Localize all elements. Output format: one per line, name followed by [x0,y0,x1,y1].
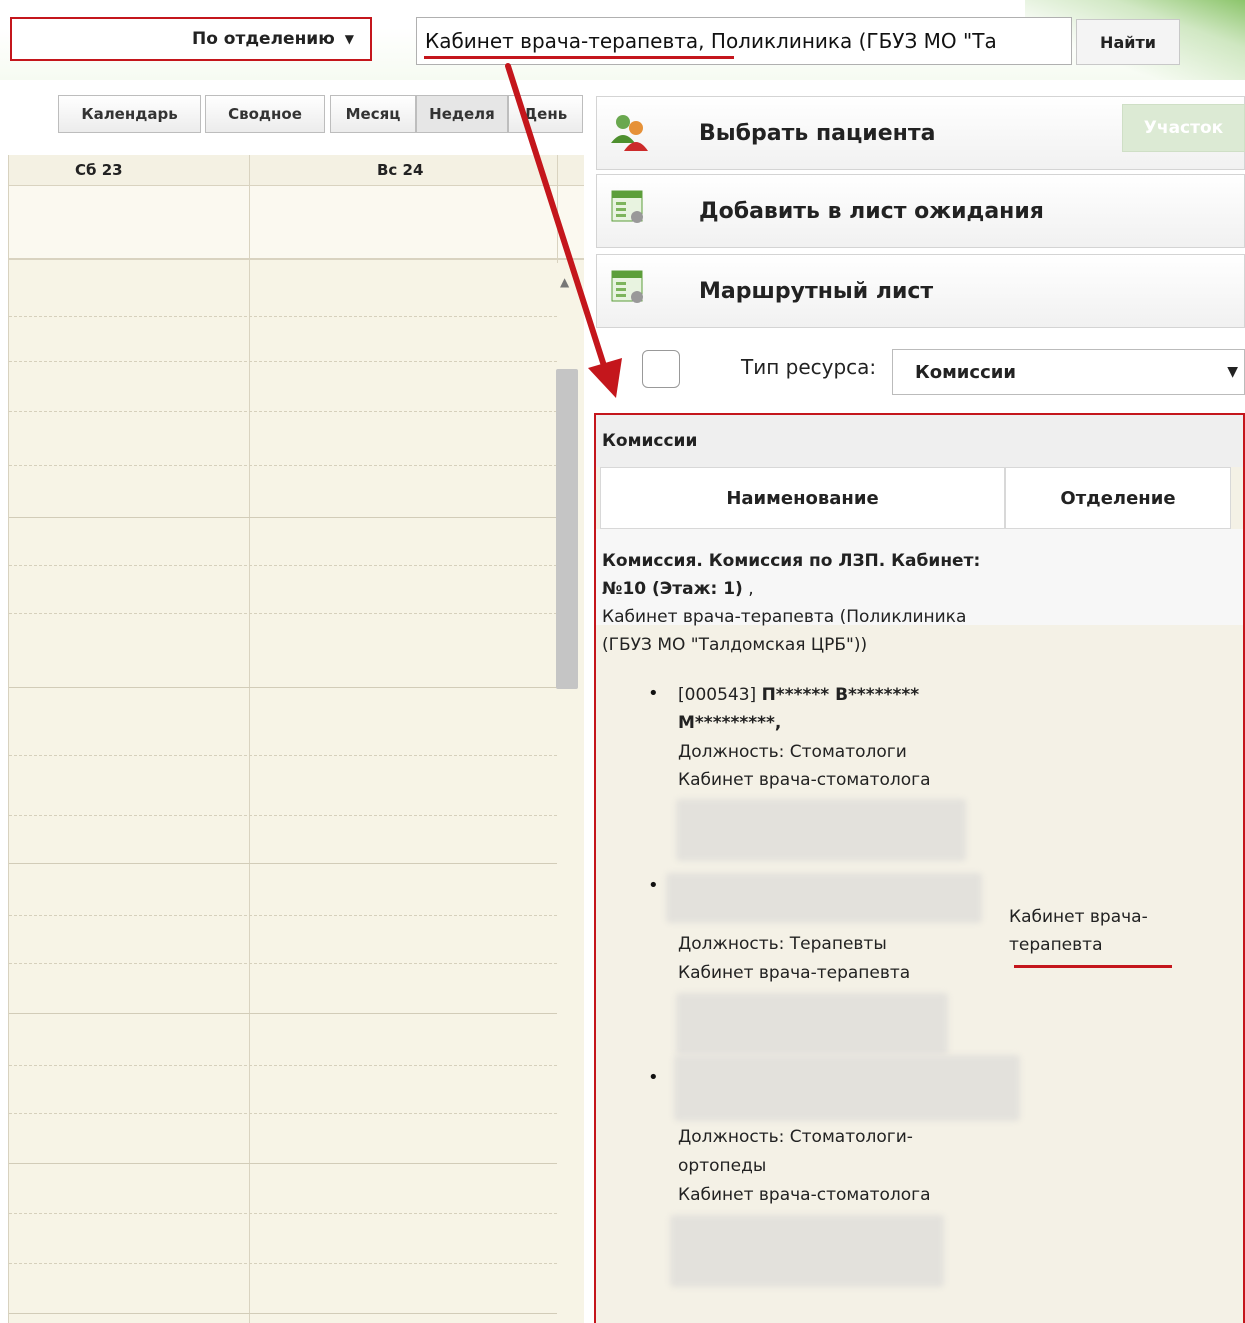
route-sheet-label: Маршрутный лист [699,278,934,304]
member-1-code: [000543] [678,685,757,705]
time-slot-line [9,1263,557,1264]
resource-type-select[interactable]: Комиссии ▼ [892,349,1245,395]
time-slot-line [9,1163,557,1164]
day-header-sat: Сб 23 [75,161,123,179]
resource-type-label: Тип ресурса: [741,355,877,379]
time-slot-line [9,361,557,362]
column-header-department[interactable]: Отделение [1005,467,1231,529]
member-1-cabinet: Кабинет врача-стоматолога [678,770,931,790]
calendar-header: Сб 23 Вс 24 [9,155,584,186]
commission-title-line2: №10 (Этаж: 1) , [602,575,754,603]
view-day-button[interactable]: День [508,95,583,133]
blurred-member-name [674,1055,1020,1121]
list-bullet: • [648,683,659,704]
member-1-name-cont: М*********, [678,713,782,733]
highlight-underline [1014,965,1172,968]
resource-type-value: Комиссии [915,361,1016,383]
blurred-member-name [666,873,982,923]
patients-icon [611,115,648,151]
department-select-label: По отделению [191,29,335,49]
time-slot-line [9,411,557,412]
time-slot-line [9,863,557,864]
calendar-scrollbar[interactable] [556,369,578,689]
member-1-position: Должность: Стоматологи [678,742,907,762]
panel-title: Комиссии [596,415,1243,467]
day-header-sun: Вс 24 [377,161,424,179]
week-calendar-grid[interactable]: Сб 23 Вс 24 [8,155,584,1323]
member-2-cabinet: Кабинет врача-терапевта [678,963,911,983]
time-slot-line [9,1113,557,1114]
blurred-schedule [670,1215,944,1287]
select-patient-label: Выбрать пациента [699,120,936,146]
commission-separator: , [742,579,754,599]
column-header-name[interactable]: Наименование [600,467,1005,529]
scroll-up-icon[interactable]: ▲ [560,275,569,289]
find-button[interactable]: Найти [1076,19,1180,65]
time-slot-line [9,465,557,466]
member-2-department-line2: терапевта [1009,935,1103,955]
time-slot-line [9,1313,557,1314]
waiting-list-icon [611,190,643,223]
commissions-panel: Комиссии Наименование Отделение Комиссия… [594,413,1245,1323]
view-calendar-button[interactable]: Календарь [58,95,201,133]
uchastok-button[interactable]: Участок [1122,104,1245,152]
commission-place-line2: (ГБУЗ МО "Талдомская ЦРБ")) [602,635,868,655]
member-2-department-line1: Кабинет врача- [1009,907,1148,927]
commission-title-line1: Комиссия. Комиссия по ЛЗП. Кабинет: [602,551,981,571]
member-3-position-line2: ортопеды [678,1156,767,1176]
highlight-underline [424,56,734,59]
commission-place-line1: Кабинет врача-терапевта (Поликлиника [602,607,967,627]
add-waiting-list-button[interactable]: Добавить в лист ожидания [596,174,1245,248]
chevron-down-icon: ▼ [1227,364,1238,380]
view-month-button[interactable]: Месяц [330,95,416,133]
blurred-schedule [676,993,948,1055]
member-1-name: П****** В******** [761,685,920,705]
time-slot-line [9,517,557,518]
commission-cabinet-number: №10 (Этаж: 1) [602,579,743,599]
department-select[interactable]: По отделению ▼ [10,17,372,61]
time-slot-line [9,963,557,964]
time-slot-line [9,1213,557,1214]
list-bullet: • [648,875,659,896]
time-slot-line [9,755,557,756]
day-divider [557,155,558,263]
all-day-row[interactable] [9,186,584,260]
add-waiting-list-label: Добавить в лист ожидания [699,198,1044,224]
time-slot-line [9,565,557,566]
time-slot-line [9,613,557,614]
time-slot-line [9,1013,557,1014]
route-sheet-icon [611,270,643,303]
member-3-cabinet: Кабинет врача-стоматолога [678,1185,931,1205]
view-summary-button[interactable]: Сводное [205,95,325,133]
list-bullet: • [648,1067,659,1088]
time-slot-line [9,316,557,317]
member-2-position: Должность: Терапевты [678,934,887,954]
chevron-down-icon: ▼ [344,32,354,46]
time-slot-line [9,687,557,688]
member-3-position-line1: Должность: Стоматологи- [678,1127,913,1147]
blurred-schedule [676,799,966,861]
time-slot-line [9,1065,557,1066]
route-sheet-button[interactable]: Маршрутный лист [596,254,1245,328]
member-1-line1: [000543] П****** В******** [678,681,919,709]
time-slot-line [9,915,557,916]
view-week-button[interactable]: Неделя [416,95,508,133]
day-divider [249,155,250,1323]
time-slot-line [9,815,557,816]
resource-checkbox[interactable] [642,350,680,388]
